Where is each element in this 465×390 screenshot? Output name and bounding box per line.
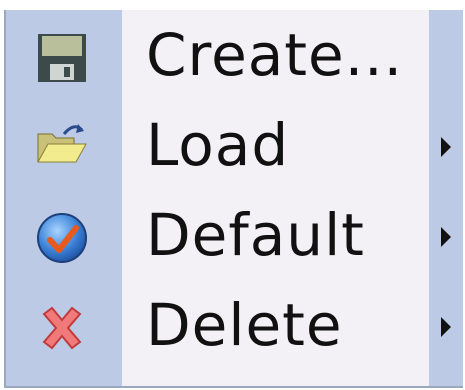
context-menu: Create... Load Default Delete [4,10,463,388]
delete-x-icon [34,300,90,356]
menu-item-create[interactable]: Create... [6,10,463,100]
menu-item-load[interactable]: Load [6,100,463,190]
submenu-arrow-icon [441,227,451,247]
open-folder-icon [34,120,90,176]
save-icon [34,30,90,86]
menu-item-label: Load [146,111,290,179]
checkmark-icon [34,210,90,266]
menu-item-label: Create... [146,21,404,89]
submenu-arrow-icon [441,317,451,337]
menu-item-default[interactable]: Default [6,190,463,280]
menu-item-label: Delete [146,291,343,359]
menu-item-delete[interactable]: Delete [6,280,463,370]
menu-item-label: Default [146,201,365,269]
submenu-arrow-icon [441,137,451,157]
